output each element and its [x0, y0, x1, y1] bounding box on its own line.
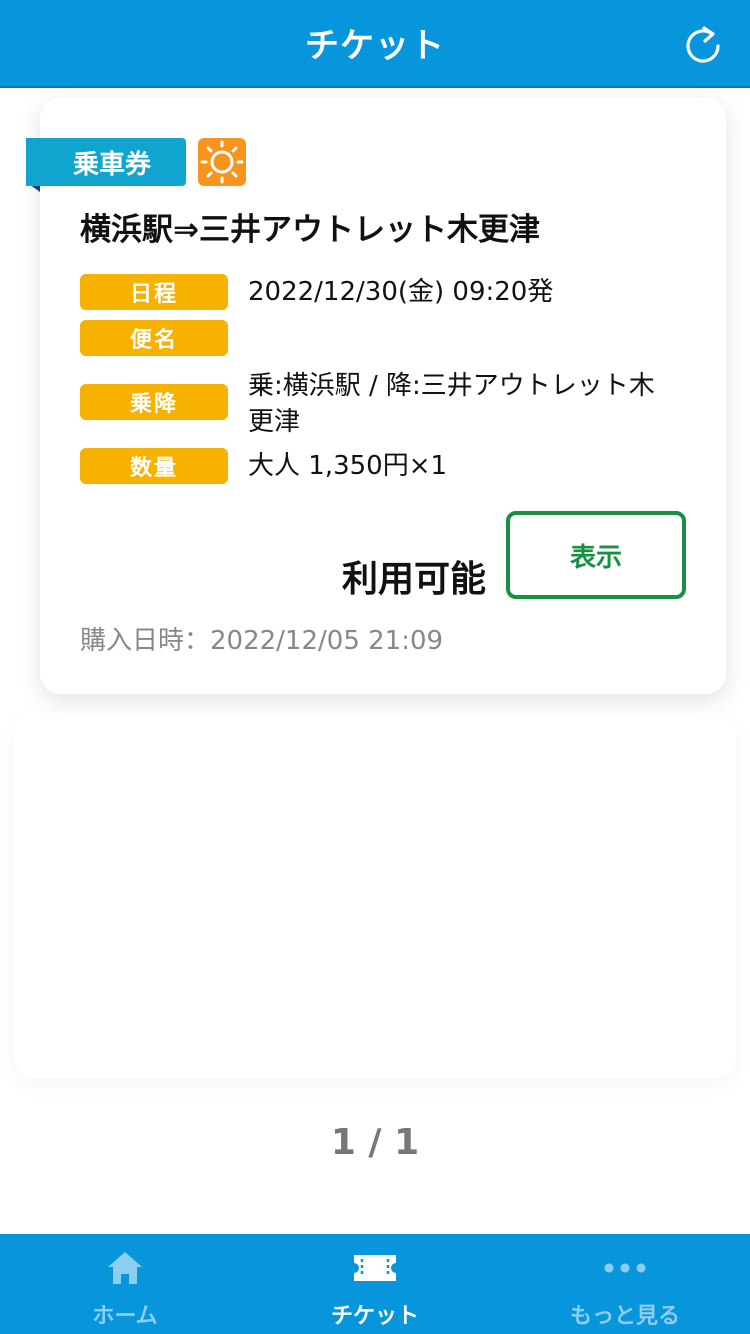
field-value-stops: 乗:横浜駅 / 降:三井アウトレット木更津 [248, 371, 655, 437]
nav-label-home: ホーム [92, 1304, 158, 1329]
purchase-datetime: 購入日時：2022/12/05 21:09 [80, 626, 444, 656]
nav-item-ticket[interactable]: チケット [250, 1234, 500, 1334]
nav-label-more: もっと見る [569, 1304, 680, 1329]
ticket-icon [351, 1248, 399, 1288]
bottom-nav: ホーム チケット もっと見る [0, 1234, 750, 1334]
nav-item-home[interactable]: ホーム [0, 1234, 250, 1334]
page-indicator: 1 / 1 [330, 1122, 420, 1163]
field-label-service: 便名 [80, 320, 228, 356]
sun-icon [198, 138, 246, 186]
route-title: 横浜駅⇒三井アウトレット木更津 [80, 212, 540, 248]
more-icon [601, 1248, 649, 1288]
ticket-card: 乗車券 横浜駅⇒三井アウトレット木更津 日程 2022/12/30(金) 09:… [26, 98, 726, 694]
refresh-button[interactable] [684, 22, 724, 66]
status-text: 利用可能 [342, 559, 487, 600]
field-value-schedule: 2022/12/30(金) 09:20発 [248, 277, 554, 307]
nav-item-more[interactable]: もっと見る [500, 1234, 750, 1334]
home-icon [101, 1248, 149, 1288]
ticket-type-label: 乗車券 [26, 138, 186, 186]
field-value-quantity: 大人 1,350円×1 [248, 451, 448, 481]
nav-label-ticket: チケット [330, 1304, 419, 1329]
show-ticket-button[interactable]: 表示 [506, 511, 686, 599]
field-label-schedule: 日程 [80, 274, 228, 310]
refresh-icon [686, 26, 720, 63]
field-label-stops: 乗降 [80, 384, 228, 420]
app: チケット 乗車券 横浜駅⇒三井アウトレット木更津 日程 2022/12/30(金… [0, 0, 750, 1334]
header: チケット [0, 0, 750, 88]
field-label-quantity: 数量 [80, 448, 228, 484]
empty-card-area [14, 712, 736, 1078]
page-title: チケット [305, 26, 445, 66]
